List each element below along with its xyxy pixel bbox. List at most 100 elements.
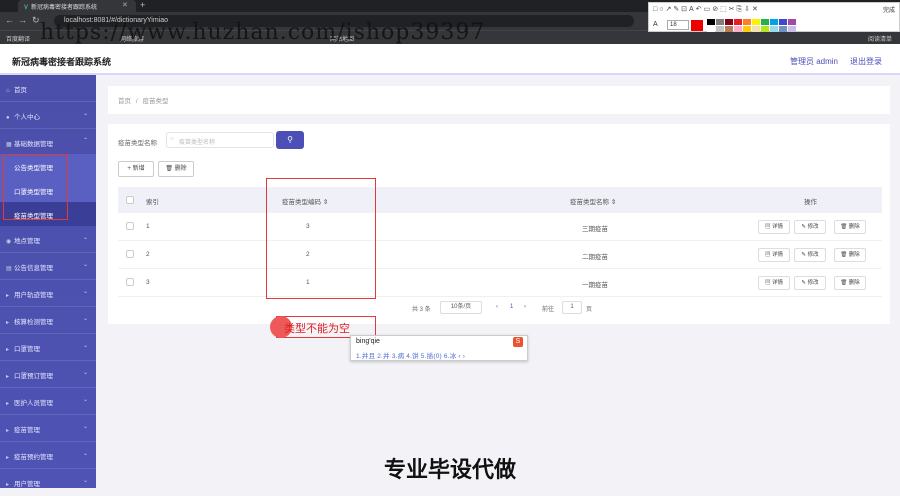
color-swatch[interactable] bbox=[743, 19, 751, 25]
breadcrumb-home[interactable]: 首页 bbox=[118, 98, 131, 105]
color-swatch[interactable] bbox=[725, 26, 733, 32]
sort-icon[interactable]: ⇕ bbox=[611, 199, 616, 206]
color-swatch[interactable] bbox=[707, 19, 715, 25]
sidebar-item-profile[interactable]: ● 个人中心 ⌄ bbox=[0, 102, 96, 129]
doctor-icon: ▸ bbox=[6, 401, 10, 407]
annotation-done-button[interactable]: 完成 bbox=[883, 5, 895, 14]
color-swatch[interactable] bbox=[734, 26, 742, 32]
batch-delete-button[interactable]: 🗑 删除 bbox=[158, 161, 194, 177]
sidebar-item-mask-order[interactable]: ▸ 口罩预订管理 ⌄ bbox=[0, 361, 96, 388]
color-swatch[interactable] bbox=[743, 26, 751, 32]
color-swatch[interactable] bbox=[752, 26, 760, 32]
sidebar-item-vaccine[interactable]: ▸ 疫苗管理 ⌄ bbox=[0, 415, 96, 442]
row-checkbox[interactable] bbox=[126, 222, 134, 230]
search-input[interactable]: ○ 疫苗类型名称 bbox=[166, 132, 274, 148]
color-swatch[interactable] bbox=[752, 19, 760, 25]
breadcrumb: 首页 / 疫苗类型 bbox=[118, 95, 168, 105]
detail-label: 详情 bbox=[772, 280, 784, 286]
page-number[interactable]: 1 bbox=[510, 304, 513, 310]
edit-button[interactable]: ✎ 修改 bbox=[794, 248, 826, 262]
add-button[interactable]: + 新增 bbox=[118, 161, 154, 177]
sidebar: ⌂ 首页 ● 个人中心 ⌄ ▦ 基础数据管理 ⌃ 公告类型管理 口罩类型管理 疫苗类型管理… bbox=[0, 75, 96, 496]
color-swatch[interactable] bbox=[716, 26, 724, 32]
bookmark-item[interactable]: 阅读清单 bbox=[868, 34, 892, 43]
color-swatch[interactable] bbox=[779, 19, 787, 25]
new-tab-icon[interactable]: + bbox=[140, 0, 145, 10]
cell-index: 3 bbox=[146, 279, 150, 286]
color-swatch[interactable] bbox=[761, 19, 769, 25]
color-swatch[interactable] bbox=[770, 19, 778, 25]
color-swatch[interactable] bbox=[788, 26, 796, 32]
detail-button[interactable]: ▤ 详情 bbox=[758, 248, 790, 262]
sidebar-item-test[interactable]: ▸ 核算检测管理 ⌄ bbox=[0, 307, 96, 334]
row-checkbox[interactable] bbox=[126, 250, 134, 258]
color-swatch[interactable] bbox=[707, 26, 715, 32]
ime-candidates[interactable]: 1.并且 2.并 3.病 4.饼 5.插(0) 6.冰 ‹ › bbox=[356, 350, 465, 360]
edit-button[interactable]: ✎ 修改 bbox=[794, 220, 826, 234]
edit-button[interactable]: ✎ 修改 bbox=[794, 276, 826, 290]
color-swatch[interactable] bbox=[770, 26, 778, 32]
goto-page-input[interactable]: 1 bbox=[562, 301, 582, 314]
detail-button[interactable]: ▤ 详情 bbox=[758, 276, 790, 290]
error-message: 类型不能为空 bbox=[284, 323, 350, 335]
color-swatch[interactable] bbox=[788, 19, 796, 25]
doc-icon: ▤ bbox=[764, 252, 771, 258]
sidebar-item-base-data[interactable]: ▦ 基础数据管理 ⌃ bbox=[0, 129, 96, 156]
app-header: 新冠病毒密接者跟踪系统 管理员 admin 退出登录 bbox=[0, 44, 900, 75]
font-size-select[interactable]: 18 bbox=[667, 20, 689, 30]
header-name[interactable]: 疫苗类型名称 ⇕ bbox=[570, 196, 616, 206]
next-page-icon[interactable]: › bbox=[524, 304, 526, 310]
search-button[interactable]: ⚲ bbox=[276, 131, 304, 149]
delete-button[interactable]: 🗑 删除 bbox=[834, 276, 866, 290]
color-swatch[interactable] bbox=[725, 19, 733, 25]
sidebar-item-track[interactable]: ▸ 用户轨迹管理 ⌄ bbox=[0, 280, 96, 307]
forward-icon[interactable]: → bbox=[18, 15, 27, 25]
bookmark-item[interactable]: 百度翻译 bbox=[6, 34, 30, 43]
delete-button[interactable]: 🗑 删除 bbox=[834, 248, 866, 262]
delete-label: 删除 bbox=[848, 224, 860, 230]
vaccine-icon: ▸ bbox=[6, 428, 10, 434]
back-icon[interactable]: ← bbox=[5, 15, 14, 25]
pagination-total: 共 3 条 bbox=[412, 307, 431, 313]
browser-tab[interactable]: V 新冠病毒密接者跟踪系统 bbox=[18, 0, 136, 12]
grid-icon: ▦ bbox=[6, 142, 12, 148]
annotation-tools-icon[interactable]: □○↗✎⊡A↶▭⊘⬚✂⎘⇩✕ bbox=[653, 5, 760, 14]
sidebar-item-mask[interactable]: ▸ 口罩管理 ⌄ bbox=[0, 334, 96, 361]
reload-icon[interactable]: ↻ bbox=[32, 15, 40, 26]
detail-label: 详情 bbox=[772, 224, 784, 230]
bookmarks-bar: 百度翻译 网络旅游 网站地图 阅读清单 bbox=[0, 30, 900, 44]
cell-name: 一期疫苗 bbox=[582, 282, 608, 289]
select-all-checkbox[interactable] bbox=[126, 196, 134, 204]
edit-label: 修改 bbox=[807, 252, 819, 258]
annotation-box-subitems bbox=[3, 154, 68, 220]
page-unit-label: 页 bbox=[586, 307, 593, 313]
sidebar-item-location[interactable]: ◉ 地点管理 ⌄ bbox=[0, 226, 96, 253]
logout-link[interactable]: 退出登录 bbox=[850, 56, 882, 67]
table-row: 2 2 二期疫苗 ▤ 详情 ✎ 修改 🗑 删除 bbox=[118, 241, 882, 269]
url-field[interactable]: localhost:8081/#/dictionaryYimiao bbox=[54, 15, 634, 27]
sidebar-item-home[interactable]: ⌂ 首页 bbox=[0, 75, 96, 102]
sidebar-item-notice[interactable]: ▤ 公告信息管理 ⌄ bbox=[0, 253, 96, 280]
search-label: 疫苗类型名称 bbox=[118, 140, 157, 147]
delete-button[interactable]: 🗑 删除 bbox=[834, 220, 866, 234]
user-icon: ● bbox=[6, 115, 10, 121]
page-size-select[interactable]: 10条/页 bbox=[440, 301, 482, 314]
prev-page-icon[interactable]: ‹ bbox=[496, 304, 498, 310]
video-caption: 专业毕设代做 bbox=[383, 457, 516, 482]
header-name-label: 疫苗类型名称 bbox=[570, 199, 609, 206]
row-checkbox[interactable] bbox=[126, 278, 134, 286]
detail-button[interactable]: ▤ 详情 bbox=[758, 220, 790, 234]
search-icon: ⚲ bbox=[287, 135, 293, 144]
color-swatch[interactable] bbox=[716, 19, 724, 25]
sidebar-item-doctor[interactable]: ▸ 医护人员管理 ⌄ bbox=[0, 388, 96, 415]
bookmark-item[interactable]: 网站地图 bbox=[330, 34, 354, 43]
color-swatch[interactable] bbox=[761, 26, 769, 32]
color-swatch[interactable] bbox=[779, 26, 787, 32]
color-swatch[interactable] bbox=[734, 19, 742, 25]
search-placeholder: 疫苗类型名称 bbox=[179, 140, 216, 146]
bookmark-item[interactable]: 网络旅游 bbox=[120, 34, 144, 43]
home-icon: ⌂ bbox=[6, 88, 10, 94]
tab-close-icon[interactable]: ✕ bbox=[122, 1, 128, 9]
current-color-swatch[interactable] bbox=[691, 20, 703, 31]
sidebar-item-label: 医护人员管理 bbox=[14, 400, 53, 407]
